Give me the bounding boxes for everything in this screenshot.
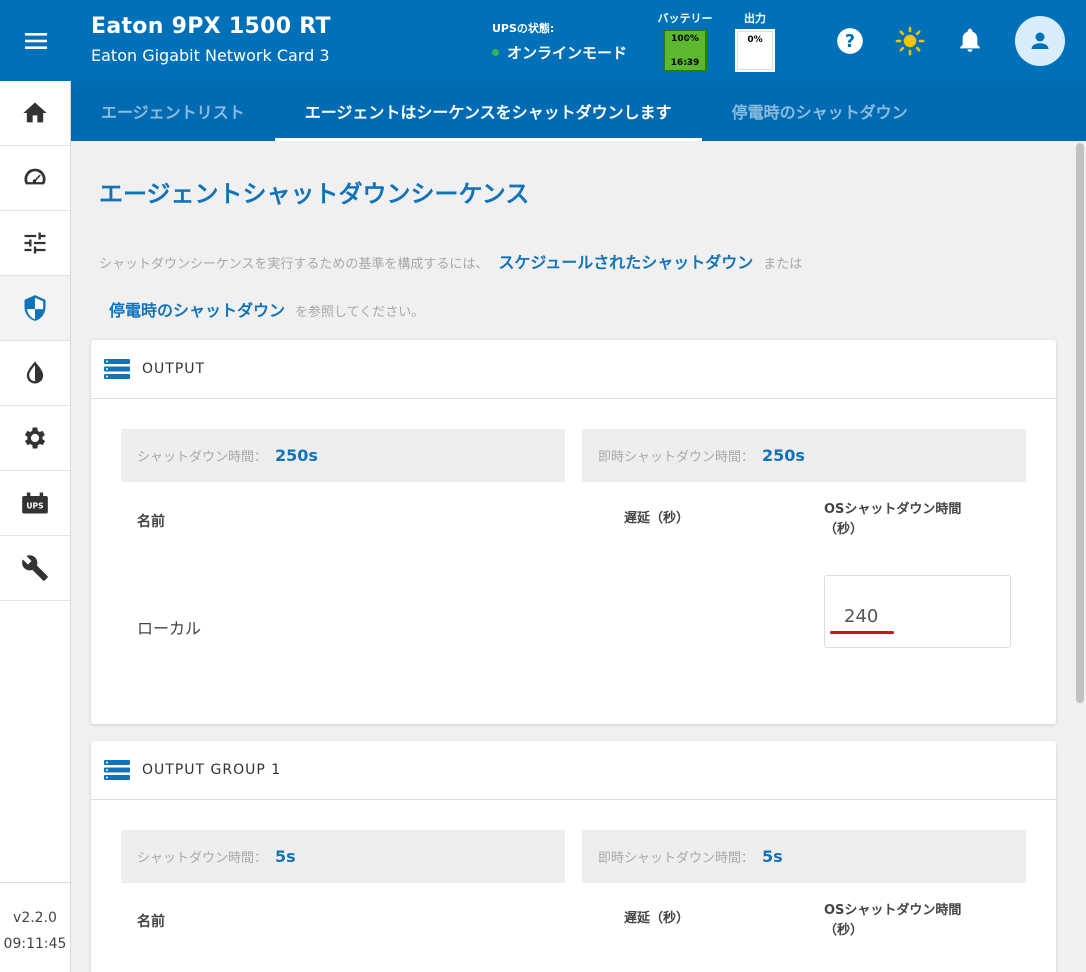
output-group-card: OUTPUT GROUP 1 シャットダウン時間： 5s 即時シャットダウン時間：… — [91, 741, 1056, 972]
battery-percent: 100% — [671, 34, 699, 44]
sidebar-item-ups[interactable]: UPS — [0, 471, 70, 536]
shield-icon — [24, 295, 46, 321]
clock-label: 09:11:45 — [3, 936, 67, 952]
sidebar-item-protection[interactable] — [0, 276, 70, 341]
tab-outage-shutdown[interactable]: 停電時のシャットダウン — [702, 81, 938, 141]
card-title: OUTPUT GROUP 1 — [142, 762, 282, 778]
immediate-shutdown-label: 即時シャットダウン時間： — [598, 450, 755, 465]
outage-shutdown-link[interactable]: 停電時のシャットダウン — [109, 301, 285, 320]
scrollbar[interactable] — [1074, 141, 1086, 972]
card-header: OUTPUT GROUP 1 — [91, 741, 1056, 800]
device-title: Eaton 9PX 1500 RT — [91, 14, 331, 39]
sidebar-item-energy[interactable] — [0, 341, 70, 406]
hamburger-icon — [24, 32, 47, 49]
shutdown-time-label: シャットダウン時間： — [137, 851, 268, 866]
home-icon — [23, 102, 47, 123]
help-button[interactable]: ? — [835, 26, 865, 56]
bell-icon — [960, 28, 980, 52]
output-card: OUTPUT シャットダウン時間： 250s 即時シャットダウン時間： 250s 名… — [91, 340, 1056, 724]
immediate-shutdown-value: 250s — [762, 446, 805, 465]
col-delay-header: 遅延（秒） — [624, 511, 690, 526]
svg-text:?: ? — [845, 32, 855, 52]
wrench-icon — [22, 555, 48, 581]
card-header: OUTPUT — [91, 340, 1056, 399]
user-avatar-button[interactable] — [1015, 16, 1065, 66]
shutdown-time-stat: シャットダウン時間： 250s — [121, 429, 565, 482]
server-list-icon — [104, 760, 130, 780]
scheduled-shutdown-link[interactable]: スケジュールされたシャットダウン — [498, 253, 753, 272]
card-title: OUTPUT — [142, 361, 206, 377]
battery-icon: 100% 16:39 — [663, 29, 707, 72]
intro-or: または — [763, 257, 803, 272]
col-delay-header: 遅延（秒） — [624, 911, 690, 926]
sidebar-item-maintenance[interactable] — [0, 536, 70, 601]
shutdown-time-label: シャットダウン時間： — [137, 450, 268, 465]
sidebar-item-meters[interactable] — [0, 146, 70, 211]
ups-icon: UPS — [22, 492, 48, 514]
sidebar-item-settings[interactable] — [0, 406, 70, 471]
col-os-shutdown-line2: （秒） — [824, 923, 864, 938]
battery-label: バッテリー — [657, 12, 713, 25]
scrollbar-thumb[interactable] — [1076, 143, 1084, 703]
ups-state-value: オンラインモード — [507, 44, 628, 62]
shutdown-time-stat: シャットダウン時間： 5s — [121, 830, 565, 883]
output-percent: 0% — [747, 35, 763, 45]
output-load-icon: 0% — [735, 29, 775, 72]
intro-suffix: を参照してください。 — [295, 305, 425, 320]
sun-icon — [895, 26, 925, 56]
shutdown-time-value: 5s — [275, 847, 296, 866]
immediate-shutdown-label: 即時シャットダウン時間： — [598, 851, 755, 866]
tab-agent-list[interactable]: エージェントリスト — [71, 81, 275, 141]
col-os-shutdown-header: OSシャットダウン時間 （秒） — [824, 901, 961, 941]
col-name-header: 名前 — [137, 914, 165, 930]
intro-prefix: シャットダウンシーケンスを実行するための基準を構成するには、 — [99, 257, 489, 272]
sidebar-item-controls[interactable] — [0, 211, 70, 276]
sidebar-item-home[interactable] — [0, 81, 70, 146]
col-os-shutdown-line1: OSシャットダウン時間 — [824, 502, 962, 517]
svg-text:UPS: UPS — [26, 501, 43, 510]
invalid-underline — [830, 631, 894, 634]
os-shutdown-time-input[interactable]: 240 — [824, 575, 1011, 648]
page-title: エージェントシャットダウンシーケンス — [99, 180, 530, 208]
gear-icon — [24, 427, 46, 449]
shutdown-time-value: 250s — [275, 446, 318, 465]
output-label: 出力 — [744, 12, 766, 25]
ups-state-label: UPSの状態: — [492, 22, 555, 35]
battery-indicator[interactable]: バッテリー 100% 16:39 — [655, 10, 715, 72]
col-os-shutdown-line2: （秒） — [824, 522, 864, 537]
immediate-shutdown-stat: 即時シャットダウン時間： 250s — [582, 429, 1026, 482]
menu-button[interactable] — [0, 0, 71, 81]
tab-agent-shutdown-sequence[interactable]: エージェントはシーケンスをシャットダウンします — [274, 81, 702, 141]
notifications-button[interactable] — [955, 26, 985, 56]
version-label: v2.2.0 — [13, 910, 57, 926]
ups-state: UPSの状態: オンラインモード — [492, 20, 627, 63]
col-name-header: 名前 — [137, 514, 165, 530]
device-subtitle: Eaton Gigabit Network Card 3 — [91, 46, 330, 65]
os-shutdown-time-value: 240 — [844, 606, 879, 627]
help-icon: ? — [837, 28, 863, 54]
sidebar: UPS v2.2.0 09:11:45 — [0, 0, 71, 972]
server-list-icon — [104, 359, 130, 379]
header: Eaton 9PX 1500 RT Eaton Gigabit Network … — [71, 0, 1086, 81]
gauge-icon — [24, 168, 46, 185]
intro-text: シャットダウンシーケンスを実行するための基準を構成するには、 スケジュールされたシ… — [99, 240, 1059, 336]
theme-toggle-button[interactable] — [895, 26, 925, 56]
user-icon — [1031, 32, 1049, 49]
output-indicator[interactable]: 出力 0% — [733, 10, 777, 72]
col-os-shutdown-header: OSシャットダウン時間 （秒） — [824, 500, 961, 540]
drop-icon — [26, 361, 44, 384]
version-info: v2.2.0 09:11:45 — [0, 882, 70, 972]
immediate-shutdown-stat: 即時シャットダウン時間： 5s — [582, 830, 1026, 883]
tab-bar: エージェントリスト エージェントはシーケンスをシャットダウンします 停電時のシャ… — [71, 81, 1086, 141]
sliders-icon — [24, 232, 46, 254]
immediate-shutdown-value: 5s — [762, 847, 783, 866]
status-dot-icon — [492, 49, 499, 56]
row-name-local: ローカル — [137, 619, 202, 638]
col-os-shutdown-line1: OSシャットダウン時間 — [824, 903, 962, 918]
battery-time: 16:39 — [670, 58, 700, 68]
